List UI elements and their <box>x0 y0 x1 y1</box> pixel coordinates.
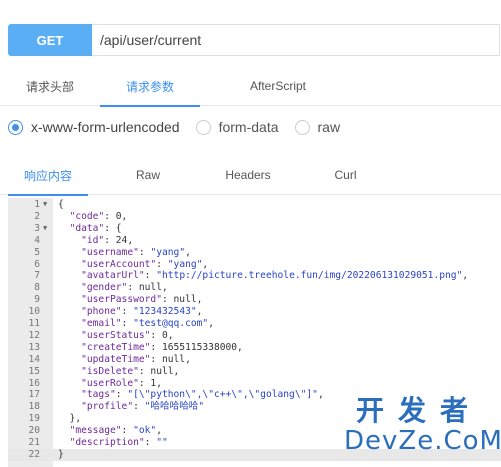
request-tabs: 请求头部 请求参数 AfterScript <box>0 66 501 107</box>
code-text: "gender": null, <box>81 282 168 294</box>
line-number: 18 <box>28 401 40 413</box>
watermark-logo: 开发者 DevZe.CoM <box>344 394 501 457</box>
watermark-bottom-text: DevZe.CoM <box>344 426 501 456</box>
radio-label: raw <box>317 119 341 135</box>
code-text: "userPassword": null, <box>81 294 203 306</box>
code-line: 4 "id": 24, <box>8 235 501 247</box>
code-line: 2 "code": 0, <box>8 211 501 223</box>
code-text: "phone": "123432543", <box>81 306 203 318</box>
code-text: { <box>58 199 64 210</box>
code-text: "userStatus": 0, <box>81 329 174 341</box>
code-line: 7 "avatarUrl": "http://picture.treehole.… <box>8 270 501 282</box>
line-number: 6 <box>34 258 40 270</box>
line-number: 15 <box>28 365 40 377</box>
line-number: 3 <box>34 222 40 234</box>
line-number: 11 <box>28 318 40 329</box>
code-text: "profile": "哈哈哈哈哈" <box>81 401 205 413</box>
response-tabs: 响应内容 Raw Headers Curl <box>0 155 501 196</box>
method-button[interactable]: GET <box>8 24 92 56</box>
radio-label: form-data <box>218 119 279 135</box>
code-text: "message": "ok", <box>69 425 162 437</box>
code-text: "userRole": 1, <box>81 377 162 389</box>
line-number: 20 <box>28 425 40 437</box>
code-text: } <box>58 448 64 460</box>
code-line: 16 "userRole": 1, <box>8 378 501 390</box>
code-text: "username": "yang", <box>81 246 191 258</box>
code-text: }, <box>58 413 82 425</box>
code-line: 10 "phone": "123432543", <box>8 306 501 318</box>
code-text: "tags": "[\"python\",\"c++\",\"golang\"]… <box>81 389 324 401</box>
code-text: "data": { <box>69 222 122 234</box>
line-number: 14 <box>28 353 40 365</box>
code-text: "code": 0, <box>69 210 128 222</box>
line-number: 17 <box>28 389 40 401</box>
code-text: "userAccount": "yang", <box>81 258 209 270</box>
line-number: 10 <box>28 306 40 318</box>
radio-x-www-form-urlencoded[interactable]: x-www-form-urlencoded <box>8 119 180 135</box>
code-line: 6 "userAccount": "yang", <box>8 259 501 271</box>
line-number: 19 <box>28 413 40 425</box>
tab-afterscript[interactable]: AfterScript <box>208 66 348 106</box>
line-number: 8 <box>34 282 40 294</box>
line-number: 7 <box>34 270 40 282</box>
code-line: 14 "updateTime": null, <box>8 354 501 366</box>
code-line: 13 "createTime": 1655115338000, <box>8 342 501 354</box>
code-line: 9 "userPassword": null, <box>8 294 501 306</box>
line-number: 16 <box>28 377 40 389</box>
tab-raw[interactable]: Raw <box>98 155 198 195</box>
code-text: "email": "test@qq.com", <box>81 318 214 329</box>
code-text: "description": "" <box>69 437 168 448</box>
line-number: 13 <box>28 341 40 353</box>
line-number: 22 <box>28 448 40 460</box>
line-number: 1 <box>34 199 40 210</box>
line-number: 5 <box>34 246 40 258</box>
code-line: 11 "email": "test@qq.com", <box>8 318 501 330</box>
body-type-radio-group: x-www-form-urlencoded form-data raw <box>8 116 356 138</box>
code-line: 5 "username": "yang", <box>8 247 501 259</box>
tab-headers[interactable]: Headers <box>198 155 298 195</box>
fold-toggle-icon[interactable]: ▼ <box>43 223 47 235</box>
radio-raw[interactable]: raw <box>294 119 341 135</box>
radio-unchecked-icon <box>195 119 211 135</box>
url-input[interactable]: /api/user/current <box>92 24 500 56</box>
code-line: 1 ▼ { <box>8 199 501 211</box>
code-text: "createTime": 1655115338000, <box>81 341 243 353</box>
code-text: "avatarUrl": "http://picture.treehole.fu… <box>81 270 469 282</box>
radio-label: x-www-form-urlencoded <box>31 119 180 135</box>
radio-unchecked-icon <box>294 119 310 135</box>
line-number: 21 <box>28 437 40 448</box>
radio-checked-icon <box>8 119 23 135</box>
tab-request-headers[interactable]: 请求头部 <box>0 66 100 106</box>
code-text: "updateTime": null, <box>81 353 191 365</box>
code-text: "isDelete": null, <box>81 365 180 377</box>
tab-response-content[interactable]: 响应内容 <box>8 155 88 196</box>
request-url-bar: GET /api/user/current <box>8 24 500 56</box>
fold-toggle-icon[interactable]: ▼ <box>43 199 47 211</box>
tab-curl[interactable]: Curl <box>298 155 393 195</box>
line-number: 9 <box>34 294 40 306</box>
line-number: 12 <box>28 329 40 341</box>
code-line: 15 "isDelete": null, <box>8 366 501 378</box>
line-number: 2 <box>34 210 40 222</box>
line-number: 4 <box>34 234 40 246</box>
watermark-top-text: 开发者 <box>355 394 482 427</box>
code-text: "id": 24, <box>81 234 134 246</box>
code-line: 12 "userStatus": 0, <box>8 330 501 342</box>
code-line: 8 "gender": null, <box>8 282 501 294</box>
tab-request-params[interactable]: 请求参数 <box>100 66 200 107</box>
radio-form-data[interactable]: form-data <box>195 119 279 135</box>
code-line: 3 ▼ "data": { <box>8 223 501 235</box>
